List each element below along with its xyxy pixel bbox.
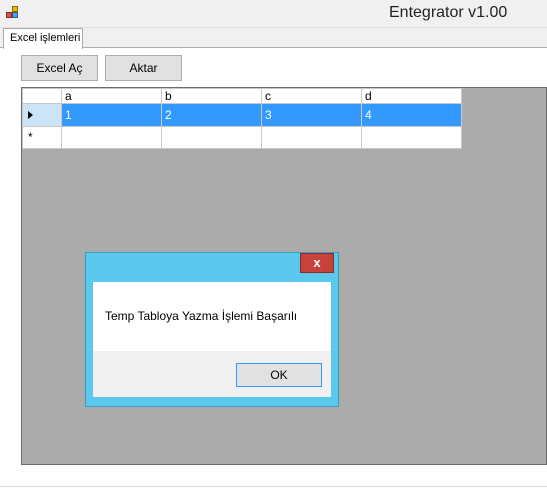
window-bottom-border xyxy=(0,486,547,487)
new-row-header[interactable]: * xyxy=(22,126,62,149)
grid-cell[interactable] xyxy=(161,126,262,149)
transfer-button[interactable]: Aktar xyxy=(105,55,182,81)
dialog-body: Temp Tabloya Yazma İşlemi Başarılı xyxy=(93,282,331,351)
title-bar: Entegrator v1.00 xyxy=(0,0,547,28)
grid-cell[interactable]: 1 xyxy=(61,103,162,127)
grid-cell[interactable] xyxy=(261,126,362,149)
row-header[interactable] xyxy=(22,103,62,127)
tab-strip: Excel işlemleri xyxy=(0,28,547,49)
dialog-footer: OK xyxy=(93,351,331,397)
message-dialog: x Temp Tabloya Yazma İşlemi Başarılı OK xyxy=(85,252,339,407)
tab-excel-islemleri[interactable]: Excel işlemleri xyxy=(3,28,83,49)
grid-cell[interactable]: 2 xyxy=(161,103,262,127)
new-row[interactable]: * xyxy=(22,126,462,149)
current-row-arrow-icon xyxy=(28,111,33,119)
table-row[interactable]: 1 2 3 4 xyxy=(22,103,462,127)
grid-cell[interactable]: 3 xyxy=(261,103,362,127)
grid-header-row: a b c d xyxy=(22,88,462,104)
column-header-a[interactable]: a xyxy=(61,88,162,104)
dialog-message: Temp Tabloya Yazma İşlemi Başarılı xyxy=(105,309,298,323)
grid-table: a b c d 1 2 3 4 * xyxy=(22,88,462,149)
ok-button[interactable]: OK xyxy=(236,363,322,387)
grid-cell[interactable] xyxy=(61,126,162,149)
column-header-c[interactable]: c xyxy=(261,88,362,104)
new-row-star-icon: * xyxy=(28,130,33,144)
grid-corner-header[interactable] xyxy=(22,88,62,104)
app-icon xyxy=(6,6,19,19)
column-header-d[interactable]: d xyxy=(361,88,462,104)
grid-cell[interactable]: 4 xyxy=(361,103,462,127)
window-title: Entegrator v1.00 xyxy=(389,4,508,21)
column-header-b[interactable]: b xyxy=(161,88,262,104)
excel-open-button[interactable]: Excel Aç xyxy=(21,55,98,81)
grid-cell[interactable] xyxy=(361,126,462,149)
close-icon[interactable]: x xyxy=(300,253,334,273)
